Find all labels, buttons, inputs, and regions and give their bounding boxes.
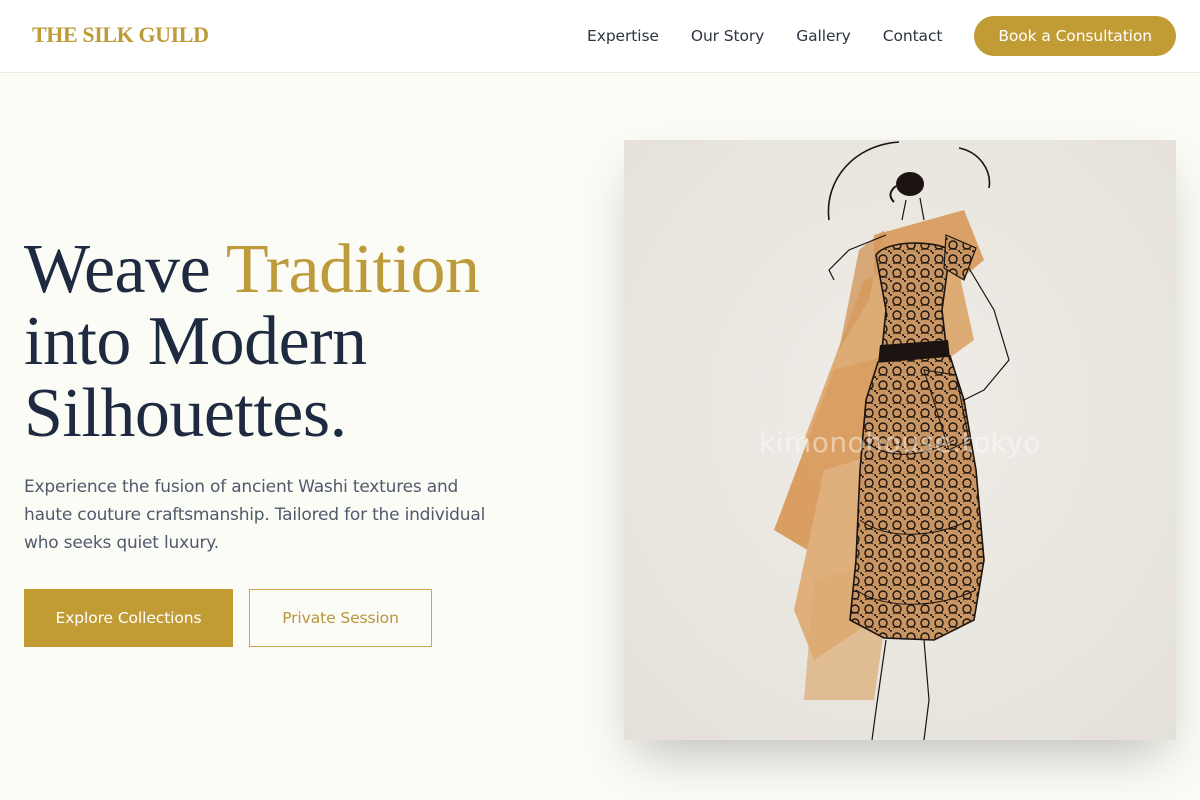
nav-link-gallery[interactable]: Gallery: [796, 27, 851, 45]
book-consultation-button[interactable]: Book a Consultation: [974, 16, 1176, 56]
private-session-button[interactable]: Private Session: [249, 589, 432, 647]
hero-title-line2: into Modern: [24, 303, 367, 380]
nav-link-our-story[interactable]: Our Story: [691, 27, 764, 45]
image-watermark: kimonohouse.tokyo: [758, 426, 1042, 459]
hero-title-accent: Tradition: [225, 231, 480, 308]
nav-link-expertise[interactable]: Expertise: [587, 27, 659, 45]
brand-logo[interactable]: THE SILK GUILD: [32, 22, 209, 48]
hero-title: Weave Tradition into Modern Silhouettes.: [24, 231, 480, 452]
hero-title-part1: Weave: [24, 231, 226, 308]
site-header: THE SILK GUILD Expertise Our Story Galle…: [0, 0, 1200, 73]
fashion-sketch-image: kimonohouse.tokyo: [624, 140, 1176, 740]
explore-collections-button[interactable]: Explore Collections: [24, 589, 233, 647]
main-nav: Expertise Our Story Gallery Contact Book…: [587, 16, 1176, 56]
hero-subtitle: Experience the fusion of ancient Washi t…: [24, 477, 486, 553]
hero-title-line3: Silhouettes.: [24, 375, 347, 452]
nav-link-contact[interactable]: Contact: [883, 27, 943, 45]
